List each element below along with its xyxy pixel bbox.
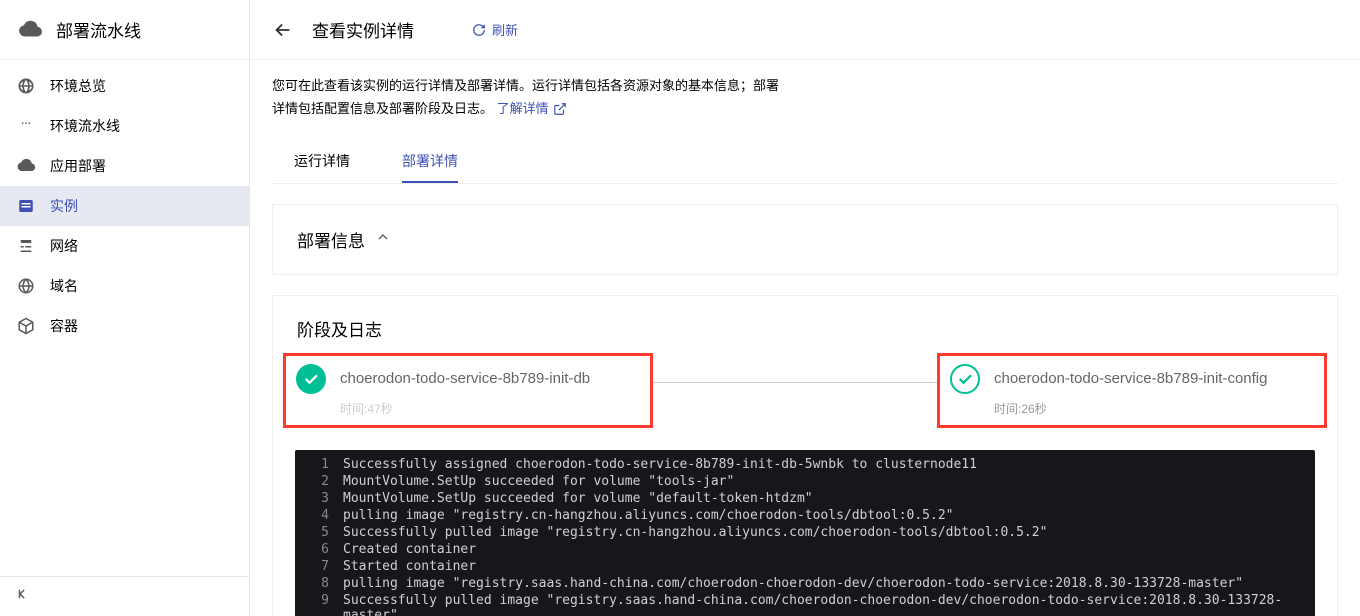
tab-0[interactable]: 运行详情 (294, 141, 350, 183)
sidebar-item-5[interactable]: 域名 (0, 266, 249, 306)
log-line: 7 Started container (295, 558, 1315, 575)
stage-name: choerodon-todo-service-8b789-init-db (340, 370, 590, 387)
log-line-text: MountVolume.SetUp succeeded for volume "… (343, 491, 813, 506)
sidebar-item-1[interactable]: 环境流水线 (0, 106, 249, 146)
log-line: 5 Successfully pulled image "registry.cn-… (295, 524, 1315, 541)
log-line-text: pulling image "registry.saas.hand-china.… (343, 576, 1243, 591)
chevron-up-icon[interactable] (375, 229, 391, 250)
log-line-number: 6 (307, 542, 329, 557)
instance-icon (16, 196, 36, 216)
page-title: 查看实例详情 (312, 17, 414, 42)
sidebar-item-label: 环境流水线 (50, 116, 120, 136)
sidebar-item-0[interactable]: 环境总览 (0, 66, 249, 106)
deploy-pipeline-icon (16, 16, 44, 44)
tabs: 运行详情 部署详情 (272, 137, 1338, 184)
sidebar-item-2[interactable]: 应用部署 (0, 146, 249, 186)
log-viewer: 1 Successfully assigned choerodon-todo-se… (295, 450, 1315, 616)
log-line-text: Successfully pulled image "registry.saas… (343, 593, 1303, 616)
log-line-number: 4 (307, 508, 329, 523)
log-line: 9 Successfully pulled image "registry.saa… (295, 592, 1315, 616)
sidebar-item-label: 应用部署 (50, 156, 106, 176)
sidebar-item-label: 网络 (50, 236, 78, 256)
log-line-number: 1 (307, 457, 329, 472)
stage-time: 时间:26秒 (950, 400, 1308, 417)
sidebar-title: 部署流水线 (56, 17, 141, 42)
log-line: 1 Successfully assigned choerodon-todo-se… (295, 456, 1315, 473)
log-line-number: 9 (307, 593, 329, 616)
domain-globe-icon (16, 276, 36, 296)
network-icon (16, 236, 36, 256)
stages-card: 阶段及日志 choerodon-todo-service-8b789-init-… (272, 295, 1338, 616)
stages-title: 阶段及日志 (273, 296, 1337, 353)
learn-more-link[interactable]: 了解详情 (497, 97, 567, 120)
top-bar: 查看实例详情 刷新 (250, 0, 1360, 60)
sidebar-item-label: 容器 (50, 316, 78, 336)
sidebar-footer (0, 576, 249, 616)
log-line-number: 5 (307, 525, 329, 540)
log-line: 6 Created container (295, 541, 1315, 558)
log-line-number: 7 (307, 559, 329, 574)
main: 查看实例详情 刷新 您可在此查看该实例的运行详情及部署详情。运行详情包括各资源对… (250, 0, 1360, 616)
back-button[interactable] (272, 19, 294, 41)
deploy-info-title: 部署信息 (297, 227, 365, 252)
sidebar: 部署流水线 环境总览环境流水线应用部署实例网络域名容器 (0, 0, 250, 616)
refresh-button[interactable]: 刷新 (472, 20, 518, 39)
stage-item[interactable]: choerodon-todo-service-8b789-init-db 时间:… (283, 353, 653, 428)
check-icon (296, 364, 326, 394)
tab-1[interactable]: 部署详情 (402, 141, 458, 183)
sidebar-item-3[interactable]: 实例 (0, 186, 249, 226)
collapse-icon[interactable] (16, 587, 30, 606)
log-line-text: Successfully pulled image "registry.cn-h… (343, 525, 1047, 540)
sidebar-item-6[interactable]: 容器 (0, 306, 249, 346)
log-line: 8 pulling image "registry.saas.hand-china… (295, 575, 1315, 592)
stages-row: choerodon-todo-service-8b789-init-db 时间:… (273, 353, 1337, 440)
sidebar-header: 部署流水线 (0, 0, 249, 60)
log-line-text: pulling image "registry.cn-hangzhou.aliy… (343, 508, 953, 523)
log-line-number: 3 (307, 491, 329, 506)
refresh-label: 刷新 (492, 20, 518, 39)
log-line-text: Successfully assigned choerodon-todo-ser… (343, 457, 977, 472)
sidebar-item-label: 实例 (50, 196, 78, 216)
log-line-number: 2 (307, 474, 329, 489)
description: 您可在此查看该实例的运行详情及部署详情。运行详情包括各资源对象的基本信息；部署 … (272, 74, 1338, 121)
content: 您可在此查看该实例的运行详情及部署详情。运行详情包括各资源对象的基本信息；部署 … (250, 60, 1360, 616)
log-line: 4 pulling image "registry.cn-hangzhou.ali… (295, 507, 1315, 524)
log-line: 3 MountVolume.SetUp succeeded for volume … (295, 490, 1315, 507)
globe-icon (16, 76, 36, 96)
stage-item[interactable]: choerodon-todo-service-8b789-init-config… (937, 353, 1327, 428)
log-line-number: 8 (307, 576, 329, 591)
log-line-text: MountVolume.SetUp succeeded for volume "… (343, 474, 734, 489)
log-line: 2 MountVolume.SetUp succeeded for volume … (295, 473, 1315, 490)
log-line-text: Created container (343, 542, 476, 557)
sidebar-item-4[interactable]: 网络 (0, 226, 249, 266)
sidebar-item-label: 环境总览 (50, 76, 106, 96)
dots-icon (16, 116, 36, 136)
stage-time: 时间:47秒 (296, 400, 634, 417)
check-icon (950, 364, 980, 394)
log-line-text: Started container (343, 559, 476, 574)
stage-connector (653, 382, 937, 383)
deploy-info-card: 部署信息 (272, 204, 1338, 275)
stage-name: choerodon-todo-service-8b789-init-config (994, 370, 1268, 387)
sidebar-items: 环境总览环境流水线应用部署实例网络域名容器 (0, 60, 249, 576)
sidebar-item-label: 域名 (50, 276, 78, 296)
container-icon (16, 316, 36, 336)
cloud-app-icon (16, 156, 36, 176)
